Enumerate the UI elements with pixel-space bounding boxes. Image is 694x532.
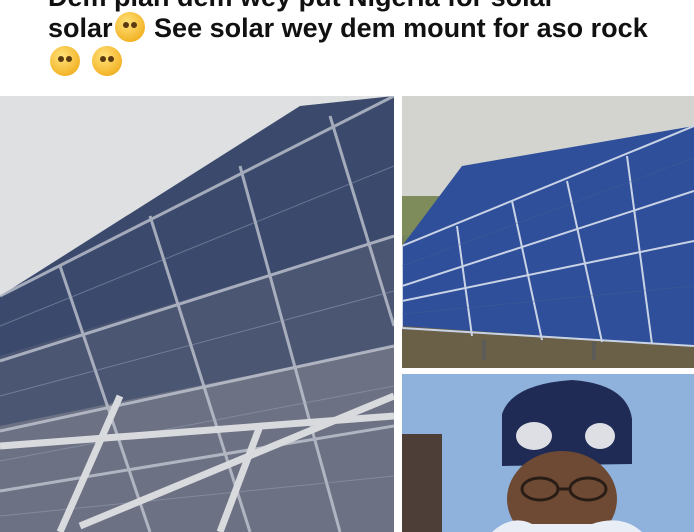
caption-rest: See solar wey dem mount for aso rock <box>146 13 648 43</box>
loudly-crying-face-icon <box>91 46 122 76</box>
flushed-face-icon <box>50 46 80 76</box>
solar-canopy-photo <box>0 96 394 532</box>
caption-line-main: solar See solar wey dem mount for aso ro… <box>48 12 648 44</box>
man-portrait-photo <box>402 374 694 532</box>
caption-emoji-row <box>48 46 124 78</box>
ground-solar-array-photo <box>402 96 694 368</box>
caption-word-solar: solar <box>48 13 113 43</box>
laughing-crying-face-icon <box>114 12 145 42</box>
post-caption: Dem plan dem wey put Nigeria for solar s… <box>0 0 694 96</box>
